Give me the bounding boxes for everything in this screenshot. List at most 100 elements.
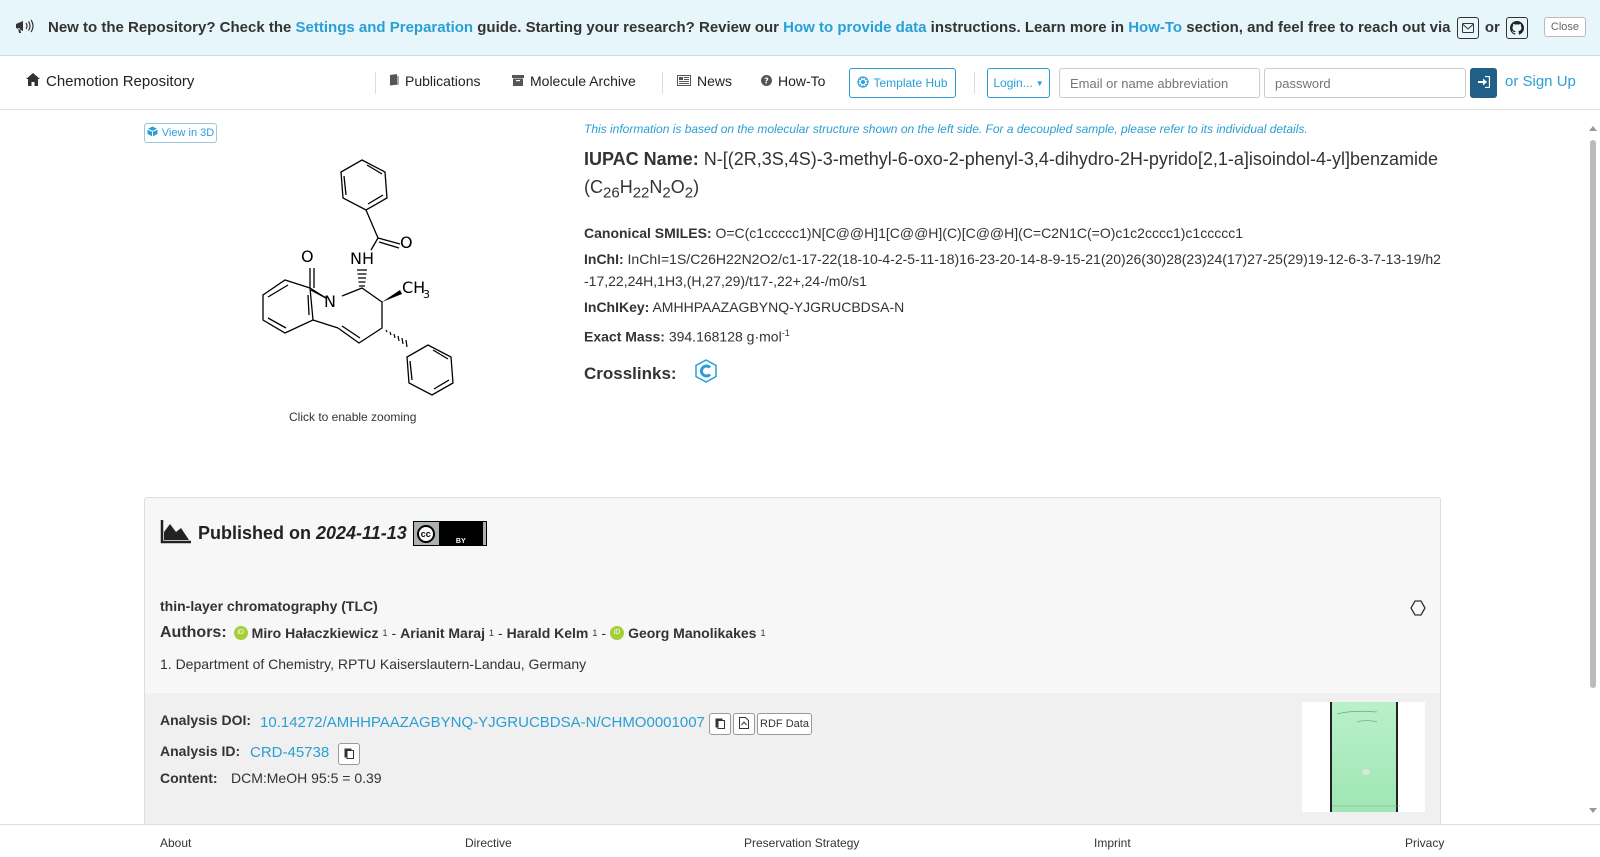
nav-news[interactable]: News bbox=[677, 73, 732, 89]
nav-howto-label: How-To bbox=[778, 73, 826, 89]
nav-publications[interactable]: Publications bbox=[389, 73, 481, 89]
author-name[interactable]: Miro Hałaczkiewicz bbox=[252, 625, 379, 641]
nav-molecule-archive[interactable]: Molecule Archive bbox=[512, 73, 636, 89]
footer-preservation-link[interactable]: Preservation Strategy bbox=[744, 836, 859, 850]
analysis-id-link[interactable]: CRD-45738 bbox=[250, 744, 329, 761]
iupac-value: N-[(2R,3S,4S)-3-methyl-6-oxo-2-phenyl-3,… bbox=[703, 149, 1439, 169]
author-affiliation-mark: 1 bbox=[488, 628, 494, 638]
template-hub-label: Template Hub bbox=[873, 76, 948, 90]
footer: About Directive Preservation Strategy Im… bbox=[0, 824, 1600, 857]
atom-label: O bbox=[400, 233, 413, 252]
exact-mass-row: Exact Mass: 394.168128 g·mol-1 bbox=[584, 322, 1444, 348]
book-icon bbox=[389, 73, 399, 89]
brand-label: Chemotion Repository bbox=[46, 73, 195, 90]
analysis-id-label: Analysis ID: bbox=[160, 743, 241, 759]
smiles-row: Canonical SMILES: O=C(c1ccccc1)N[C@@H]1[… bbox=[584, 222, 1444, 244]
tlc-image-thumbnail[interactable] bbox=[1302, 702, 1425, 812]
pdf-button[interactable] bbox=[733, 713, 755, 735]
rdf-data-button[interactable]: RDF Data bbox=[757, 713, 812, 735]
footer-about-link[interactable]: About bbox=[160, 836, 191, 850]
login-label: Login... bbox=[993, 76, 1033, 90]
template-hub-button[interactable]: Template Hub bbox=[849, 68, 956, 98]
login-dropdown-button[interactable]: Login... ▼ bbox=[987, 68, 1050, 98]
banner-message: New to the Repository? Check the Setting… bbox=[48, 16, 1530, 39]
author-name[interactable]: Georg Manolikakes bbox=[628, 625, 756, 641]
author-affiliation-mark: 1 bbox=[760, 628, 766, 638]
orcid-icon[interactable]: iD bbox=[233, 626, 248, 640]
doi-label: Analysis DOI: bbox=[160, 712, 252, 728]
question-circle-icon: ? bbox=[761, 73, 772, 89]
home-icon bbox=[26, 73, 40, 90]
scroll-up-arrow[interactable] bbox=[1589, 126, 1597, 131]
brand-link[interactable]: Chemotion Repository bbox=[26, 73, 194, 90]
chemotion-logo-icon[interactable] bbox=[694, 359, 717, 388]
footer-privacy-link[interactable]: Privacy bbox=[1405, 836, 1444, 850]
view-3d-label: View in 3D bbox=[161, 127, 215, 139]
email-input[interactable] bbox=[1059, 68, 1260, 98]
exact-mass-value: 394.168128 g·mol bbox=[668, 328, 782, 345]
email-icon[interactable] bbox=[1456, 16, 1479, 39]
bond bbox=[337, 287, 383, 344]
hexagon-icon[interactable] bbox=[1410, 600, 1426, 619]
bond bbox=[365, 209, 379, 239]
sign-in-button[interactable] bbox=[1470, 68, 1497, 98]
author-affiliation-mark: 1 bbox=[382, 628, 388, 638]
caret-down-icon: ▼ bbox=[1035, 78, 1044, 88]
view-3d-button[interactable]: View in 3D bbox=[144, 123, 217, 143]
vertical-scrollbar[interactable] bbox=[1586, 122, 1600, 822]
footer-imprint-link[interactable]: Imprint bbox=[1094, 836, 1131, 850]
zoom-hint[interactable]: Click to enable zooming bbox=[289, 410, 416, 424]
authors-row: Authors: iD Miro Hałaczkiewicz 1 - Ariani… bbox=[160, 624, 765, 642]
exact-mass-exponent: -1 bbox=[781, 327, 790, 338]
settings-guide-link[interactable]: Settings and Preparation bbox=[296, 18, 474, 35]
structure-note: This information is based on the molecul… bbox=[584, 122, 1308, 136]
clipboard-icon bbox=[344, 747, 354, 762]
nav-divider bbox=[662, 72, 663, 94]
content-label: Content: bbox=[160, 770, 218, 786]
scroll-down-arrow[interactable] bbox=[1589, 808, 1597, 813]
close-banner-button[interactable]: Close bbox=[1543, 17, 1586, 37]
orcid-icon[interactable]: iD bbox=[610, 626, 625, 640]
author-separator: - bbox=[391, 625, 397, 641]
scrollbar-thumb[interactable] bbox=[1590, 140, 1596, 688]
area-chart-icon bbox=[160, 518, 192, 549]
inchi-label: InChI: bbox=[584, 250, 624, 267]
copy-id-button[interactable] bbox=[338, 743, 360, 765]
top-navbar: Chemotion Repository Publications Molecu… bbox=[0, 56, 1600, 110]
sign-up-link[interactable]: or Sign Up bbox=[1505, 73, 1576, 90]
nav-howto[interactable]: ? How-To bbox=[761, 73, 825, 89]
crosslinks-row: Crosslinks: bbox=[584, 359, 1444, 388]
copy-doi-button[interactable] bbox=[709, 713, 731, 735]
inchi-row: InChI: InChI=1S/C26H22N2O2/c1-17-22(18-1… bbox=[584, 248, 1444, 292]
license-by-label: BY bbox=[438, 522, 483, 545]
published-date: 2024-11-13 bbox=[316, 523, 407, 543]
iupac-label: IUPAC Name: bbox=[584, 149, 699, 169]
svg-text:?: ? bbox=[764, 77, 769, 86]
dataset-panel: Published on 2024-11-13 cc BY thin-layer… bbox=[144, 497, 1441, 827]
announcement-banner: New to the Repository? Check the Setting… bbox=[0, 0, 1600, 56]
molecule-structure[interactable]: O O NH N CH 3 bbox=[230, 150, 480, 405]
megaphone-icon bbox=[14, 18, 34, 38]
howto-banner-link[interactable]: How-To bbox=[1128, 18, 1182, 35]
password-input[interactable] bbox=[1264, 68, 1466, 98]
author-name[interactable]: Arianit Maraj bbox=[400, 625, 485, 641]
nav-news-label: News bbox=[697, 73, 733, 89]
file-pdf-icon bbox=[739, 716, 749, 732]
cc-by-license-badge[interactable]: cc BY bbox=[412, 521, 487, 546]
author-name[interactable]: Harald Kelm bbox=[507, 625, 589, 641]
sign-in-icon bbox=[1477, 75, 1490, 91]
exact-mass-label: Exact Mass: bbox=[584, 328, 665, 345]
benzoyl-ring-double-bonds bbox=[343, 164, 384, 205]
authors-label: Authors: bbox=[160, 624, 227, 641]
analysis-details: Analysis DOI: 10.14272/AMHHPAAZAGBYNQ-YJ… bbox=[145, 693, 1440, 826]
footer-directive-link[interactable]: Directive bbox=[465, 836, 512, 850]
benzo-ring bbox=[262, 279, 314, 334]
phenyl-ring bbox=[406, 344, 454, 396]
crosslinks-label: Crosslinks: bbox=[584, 363, 677, 383]
smiles-label: Canonical SMILES: bbox=[584, 224, 712, 241]
doi-link[interactable]: 10.14272/AMHHPAAZAGBYNQ-YJGRUCBDSA-N/CHM… bbox=[260, 714, 705, 731]
provide-data-link[interactable]: How to provide data bbox=[783, 18, 926, 35]
gear-icon bbox=[857, 75, 870, 91]
github-icon[interactable] bbox=[1506, 16, 1529, 39]
clipboard-icon bbox=[715, 717, 725, 732]
